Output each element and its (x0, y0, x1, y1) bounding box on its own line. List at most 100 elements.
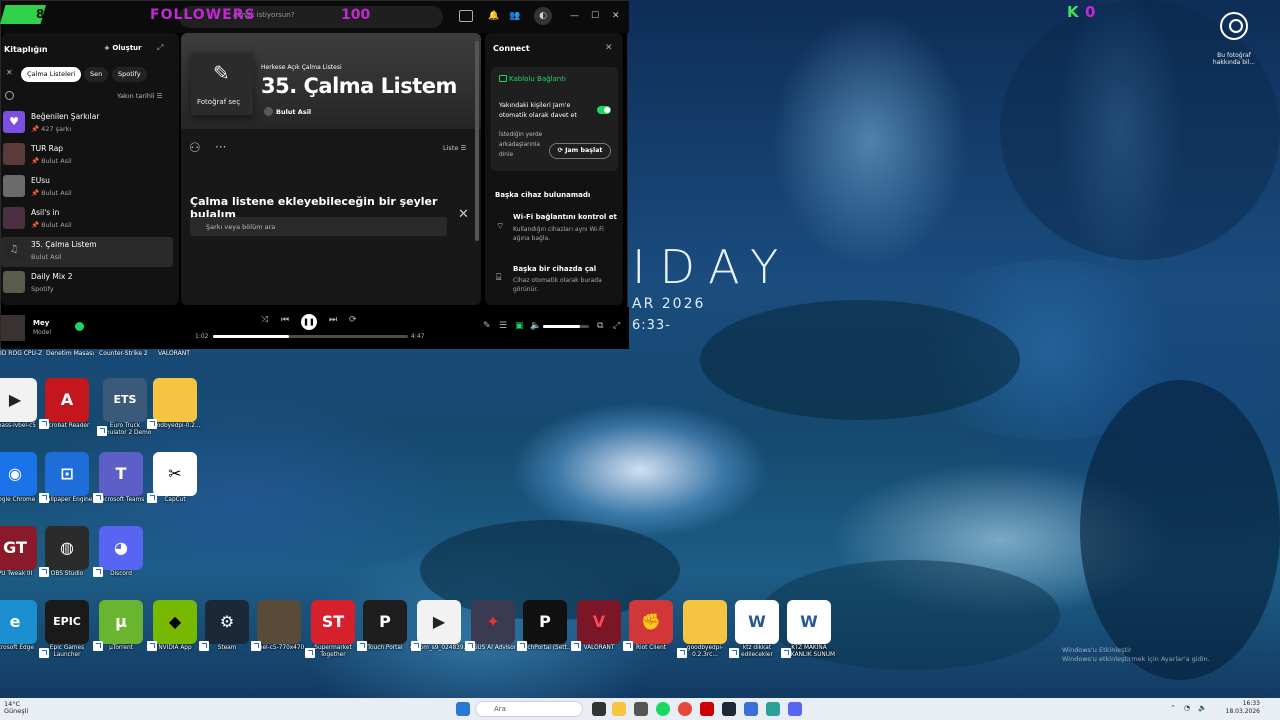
maximize-icon[interactable]: ☐ (591, 11, 599, 21)
bell-icon[interactable]: 🔔 (488, 11, 499, 21)
overlay-k-label: K (1067, 3, 1079, 21)
filter-you[interactable]: Sen (84, 67, 109, 82)
app-icon[interactable] (700, 702, 714, 716)
minimize-icon[interactable]: — (570, 11, 579, 21)
taskbar-search[interactable]: Ara (475, 701, 583, 717)
wifi-tray-icon[interactable]: ◔ (1184, 704, 1190, 712)
speaker-tray-icon[interactable]: 🔈 (1198, 704, 1207, 712)
close-icon[interactable]: ✕ (612, 11, 620, 21)
playlist-owner[interactable]: Bulut Asil (276, 108, 311, 116)
more-options-icon[interactable]: ··· (215, 140, 226, 154)
playlist-subtitle: 📌 Bulut Asil (31, 157, 72, 165)
song-search-input[interactable]: Şarkı veya bölüm ara (190, 217, 447, 236)
computer-icon (499, 75, 507, 82)
about-photo-button[interactable]: Bu fotoğraf hakkında bil... (1208, 12, 1260, 66)
library-search-icon[interactable] (5, 91, 14, 100)
track-title[interactable]: Mey (33, 319, 49, 327)
desktop-icon[interactable]: ivbel-c5-770x470 (250, 600, 308, 652)
desktop-icon[interactable]: ◆ NVIDIA App (146, 600, 204, 652)
desktop-icon[interactable]: ✂ CapCut (146, 452, 204, 504)
close-find-icon[interactable]: ✕ (458, 207, 469, 222)
desktop-icon[interactable]: W KTZ MAKİNA BAKANLIK SUNUM (780, 600, 838, 659)
discord-icon[interactable] (788, 702, 802, 716)
cover-select-button[interactable]: ✎ Fotoğraf seç (191, 53, 253, 115)
expand-icon[interactable]: ⤢ (157, 43, 163, 53)
scrollbar[interactable] (475, 41, 479, 241)
library-item-selected[interactable]: ♫ 35. Çalma Listem Bulut Asil (1, 237, 173, 267)
clear-filter-icon[interactable]: ✕ (6, 68, 13, 77)
create-button[interactable]: + Oluştur (104, 44, 142, 52)
desktop-icon[interactable]: ⚙ Steam (198, 600, 256, 652)
desktop-icon[interactable]: ⊡ Wallpaper Engine (38, 452, 96, 504)
app-icon: ✊ (629, 600, 673, 644)
next-icon[interactable]: ⏭ (329, 315, 337, 325)
library-item[interactable]: ♥ Beğenilen Şarkılar 📌 427 şarkı (1, 109, 173, 139)
desktop-icon-label[interactable]: Denetim Masası (46, 350, 94, 357)
app-icon[interactable] (766, 702, 780, 716)
weather-widget[interactable]: 14°C Güneşli (4, 701, 28, 715)
friends-icon[interactable]: 👥 (509, 11, 520, 21)
app-icon[interactable] (744, 702, 758, 716)
desktop-icon-label[interactable]: ID ROG CPU-Z (0, 350, 42, 357)
progress-bar[interactable] (213, 335, 408, 338)
task-view-icon[interactable] (592, 702, 606, 716)
saved-check-icon[interactable] (75, 322, 84, 331)
library-item[interactable]: Asil's in 📌 Bulut Asil (1, 205, 173, 235)
desktop-icon[interactable]: ✦ ASUS AI Advisor (464, 600, 522, 652)
connect-close-icon[interactable]: ✕ (605, 43, 613, 53)
library-item[interactable]: TUR Rap 📌 Bulut Asil (1, 141, 173, 171)
library-item[interactable]: Daily Mix 2 Spotify (1, 269, 173, 299)
browse-icon[interactable] (459, 10, 473, 22)
fullscreen-icon[interactable]: ⤢ (613, 321, 620, 331)
filter-playlists[interactable]: Çalma Listeleri (21, 67, 82, 82)
desktop-icon[interactable]: P TouchPortal (Sett... (516, 600, 574, 652)
lyrics-icon[interactable]: ✎ (483, 321, 491, 331)
desktop-icon[interactable]: ST Supermarket Together (304, 600, 362, 659)
avatar[interactable]: ◐ (534, 7, 552, 25)
start-icon[interactable] (456, 702, 470, 716)
shortcut-arrow-icon (93, 567, 103, 577)
shortcut-arrow-icon (571, 641, 581, 651)
filter-spotify[interactable]: Spotify (112, 67, 147, 82)
desktop-icon[interactable]: µ µTorrent (92, 600, 150, 652)
jam-invite-toggle[interactable] (597, 106, 611, 114)
tray-chevron-icon[interactable]: ⌃ (1170, 704, 1176, 712)
spotify-icon[interactable] (656, 702, 670, 716)
track-artist[interactable]: Model (33, 329, 51, 336)
desktop-icon[interactable]: ◕ Discord (92, 526, 150, 578)
desktop-icon[interactable]: T Microsoft Teams (92, 452, 150, 504)
shuffle-icon[interactable]: ⤨ (261, 315, 268, 325)
desktop-icon[interactable]: goodbyedpi-0.2... (146, 378, 204, 430)
desktop-icon[interactable]: ▶ ei_lom_s9_024839... (410, 600, 469, 652)
desktop-icon[interactable]: goodbyedpi-0.2.3rc... (676, 600, 734, 659)
miniplayer-icon[interactable]: ⧉ (597, 321, 603, 331)
volume-icon[interactable]: 🔈 (530, 321, 541, 331)
volume-slider[interactable] (543, 325, 589, 328)
file-explorer-icon[interactable] (612, 702, 626, 716)
library-item[interactable]: EUsu 📌 Bulut Asil (1, 173, 173, 203)
view-toggle[interactable]: Liste ☰ (443, 144, 466, 152)
chrome-icon[interactable] (678, 702, 692, 716)
desktop-icon[interactable]: V VALORANT (570, 600, 628, 652)
pause-button[interactable]: ❚❚ (301, 314, 317, 330)
album-art[interactable] (1, 315, 25, 341)
desktop-icon[interactable]: P Touch Portal (356, 600, 414, 652)
clock[interactable]: 16:33 18.03.2026 (1222, 700, 1260, 716)
desktop-icon[interactable]: A Acrobat Reader (38, 378, 96, 430)
sort-button[interactable]: Yakın tarihli ☰ (117, 92, 162, 100)
playlist-title-heading[interactable]: 35. Çalma Listem (261, 74, 457, 98)
previous-icon[interactable]: ⏮ (281, 315, 289, 325)
desktop-icon[interactable]: ◍ OBS Studio (38, 526, 96, 578)
desktop-icon[interactable]: EPIC Epic Games Launcher (38, 600, 96, 659)
desktop-icon[interactable]: Wktz dikkat edilecekler (728, 600, 786, 659)
desktop-icon-label[interactable]: Counter-Strike 2 (99, 350, 148, 357)
steam-icon[interactable] (722, 702, 736, 716)
start-jam-button[interactable]: ⟳ Jam başlat (549, 143, 611, 159)
queue-icon[interactable]: ☰ (499, 321, 507, 331)
add-user-icon[interactable]: ⚇ (189, 141, 201, 156)
repeat-icon[interactable]: ⟳ (349, 315, 357, 325)
connect-device-icon[interactable]: ▣ (515, 321, 524, 331)
desktop-icon-label[interactable]: VALORANT (158, 350, 190, 357)
desktop-icon[interactable]: ✊ Riot Client (622, 600, 680, 652)
app-icon[interactable] (634, 702, 648, 716)
